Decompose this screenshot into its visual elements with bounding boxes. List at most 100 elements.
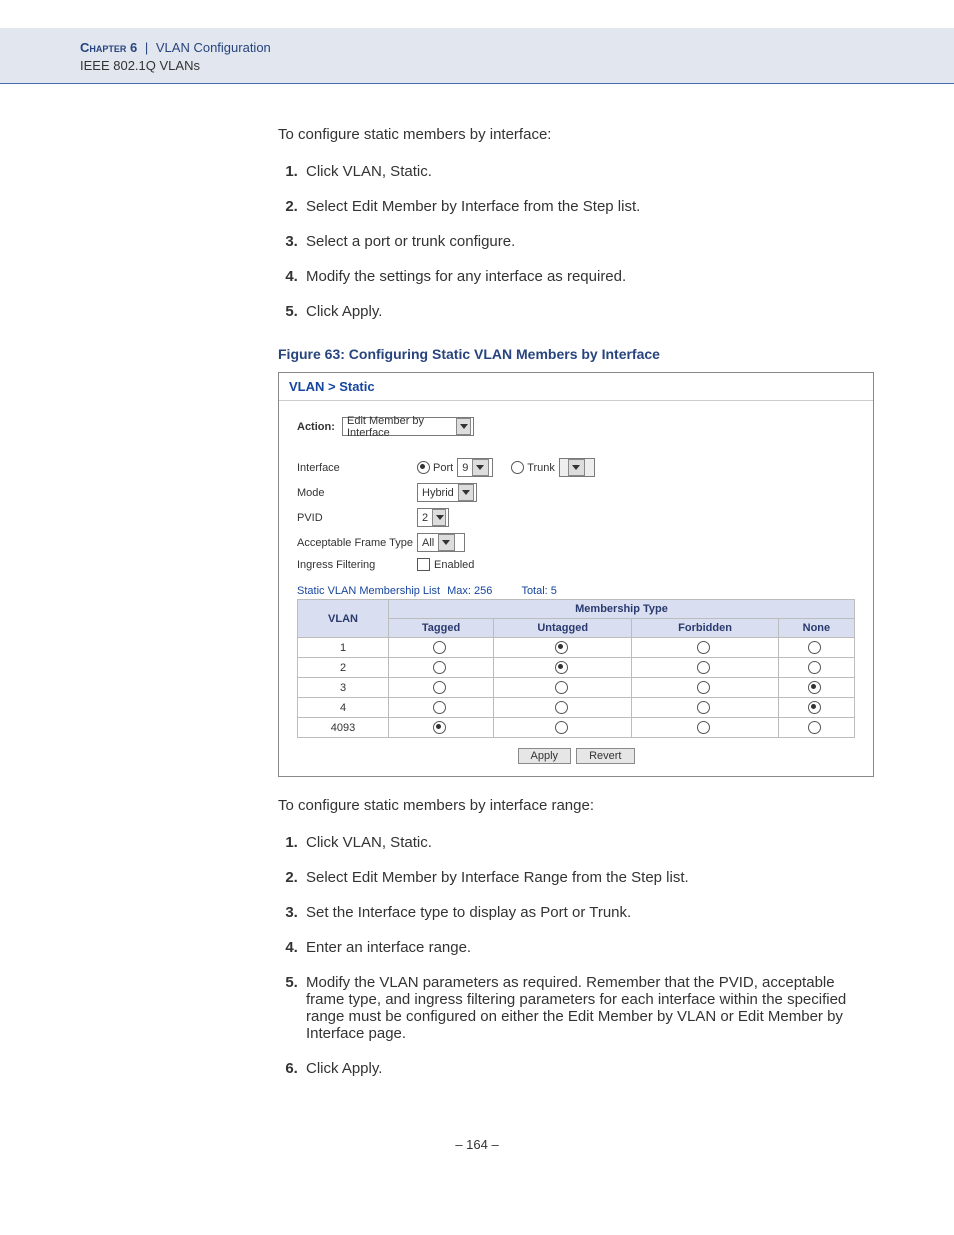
port-select-value: 9 [462, 462, 468, 474]
page-header: Chapter 6 | VLAN Configuration IEEE 802.… [0, 28, 954, 84]
trunk-select[interactable] [559, 458, 595, 477]
membership-radio[interactable] [433, 661, 446, 674]
table-row: 1 [298, 638, 855, 658]
membership-radio-cell [389, 698, 494, 718]
vlan-id-cell: 3 [298, 678, 389, 698]
list-total: Total: 5 [521, 585, 556, 597]
chevron-down-icon [568, 459, 585, 476]
action-label: Action: [297, 421, 342, 433]
ingress-label: Ingress Filtering [297, 559, 417, 571]
membership-radio[interactable] [555, 661, 568, 674]
aft-select[interactable]: All [417, 533, 465, 552]
interface-trunk-radio[interactable] [511, 461, 524, 474]
membership-radio-cell [389, 638, 494, 658]
separator: | [145, 40, 148, 55]
table-row: 2 [298, 658, 855, 678]
membership-radio[interactable] [555, 721, 568, 734]
membership-list-header: Static VLAN Membership List Max: 256 Tot… [297, 585, 855, 597]
chevron-down-icon [456, 418, 471, 435]
membership-radio-cell [778, 698, 854, 718]
col-forbidden: Forbidden [632, 619, 778, 638]
membership-radio-cell [494, 658, 632, 678]
membership-radio[interactable] [697, 681, 710, 694]
membership-radio-cell [632, 718, 778, 738]
chapter-number: Chapter 6 [80, 40, 137, 55]
membership-radio[interactable] [555, 701, 568, 714]
membership-radio-cell [494, 638, 632, 658]
apply-button[interactable]: Apply [518, 748, 572, 764]
interface-port-radio[interactable] [417, 461, 430, 474]
steps-list-2: Click VLAN, Static. Select Edit Member b… [278, 834, 874, 1077]
membership-radio[interactable] [697, 661, 710, 674]
figure-caption: Figure 63: Configuring Static VLAN Membe… [278, 346, 874, 362]
page-number: – 164 – [0, 1137, 954, 1152]
trunk-radio-label: Trunk [527, 462, 555, 474]
membership-radio-cell [632, 638, 778, 658]
step-item: Modify the settings for any interface as… [302, 268, 874, 285]
action-select-value: Edit Member by Interface [347, 415, 452, 439]
ingress-checkbox[interactable] [417, 558, 430, 571]
membership-radio-cell [778, 718, 854, 738]
vlan-id-cell: 1 [298, 638, 389, 658]
membership-radio[interactable] [697, 641, 710, 654]
membership-radio[interactable] [808, 721, 821, 734]
step-item: Select a port or trunk configure. [302, 233, 874, 250]
ingress-checkbox-label: Enabled [434, 559, 474, 571]
steps-list-1: Click VLAN, Static. Select Edit Member b… [278, 163, 874, 320]
ui-breadcrumb: VLAN > Static [279, 373, 873, 401]
interface-label: Interface [297, 462, 417, 474]
chevron-down-icon [472, 459, 489, 476]
membership-type-header: Membership Type [389, 600, 855, 619]
step-item: Modify the VLAN parameters as required. … [302, 974, 874, 1042]
vlan-header: VLAN [298, 600, 389, 638]
mode-select[interactable]: Hybrid [417, 483, 477, 502]
chevron-down-icon [458, 484, 474, 501]
action-select[interactable]: Edit Member by Interface [342, 417, 474, 436]
membership-radio[interactable] [808, 681, 821, 694]
port-radio-label: Port [433, 462, 453, 474]
membership-radio-cell [494, 718, 632, 738]
membership-radio-cell [494, 698, 632, 718]
membership-radio[interactable] [555, 681, 568, 694]
membership-radio[interactable] [433, 721, 446, 734]
membership-radio[interactable] [433, 681, 446, 694]
membership-radio[interactable] [697, 701, 710, 714]
step-item: Click VLAN, Static. [302, 834, 874, 851]
mode-label: Mode [297, 487, 417, 499]
step-item: Select Edit Member by Interface from the… [302, 198, 874, 215]
membership-radio[interactable] [433, 701, 446, 714]
intro-paragraph-1: To configure static members by interface… [278, 124, 874, 145]
aft-select-value: All [422, 537, 434, 549]
chevron-down-icon [432, 509, 446, 526]
list-max: Max: 256 [447, 585, 492, 597]
membership-radio[interactable] [555, 641, 568, 654]
vlan-id-cell: 2 [298, 658, 389, 678]
step-item: Click Apply. [302, 1060, 874, 1077]
membership-radio[interactable] [433, 641, 446, 654]
membership-radio[interactable] [697, 721, 710, 734]
chevron-down-icon [438, 534, 455, 551]
step-item: Select Edit Member by Interface Range fr… [302, 869, 874, 886]
membership-radio-cell [389, 718, 494, 738]
membership-radio[interactable] [808, 701, 821, 714]
membership-radio-cell [389, 658, 494, 678]
aft-label: Acceptable Frame Type [297, 537, 417, 549]
membership-radio[interactable] [808, 661, 821, 674]
col-untagged: Untagged [494, 619, 632, 638]
step-item: Click Apply. [302, 303, 874, 320]
port-select[interactable]: 9 [457, 458, 493, 477]
pvid-select[interactable]: 2 [417, 508, 449, 527]
revert-button[interactable]: Revert [576, 748, 634, 764]
pvid-select-value: 2 [422, 512, 428, 524]
intro-paragraph-2: To configure static members by interface… [278, 795, 874, 816]
list-title: Static VLAN Membership List [297, 585, 440, 597]
col-none: None [778, 619, 854, 638]
membership-radio[interactable] [808, 641, 821, 654]
membership-radio-cell [632, 698, 778, 718]
chapter-topic: VLAN Configuration [156, 40, 271, 55]
step-item: Set the Interface type to display as Por… [302, 904, 874, 921]
table-row: 3 [298, 678, 855, 698]
vlan-membership-table: VLAN Membership Type Tagged Untagged For… [297, 599, 855, 738]
membership-radio-cell [632, 658, 778, 678]
membership-radio-cell [632, 678, 778, 698]
